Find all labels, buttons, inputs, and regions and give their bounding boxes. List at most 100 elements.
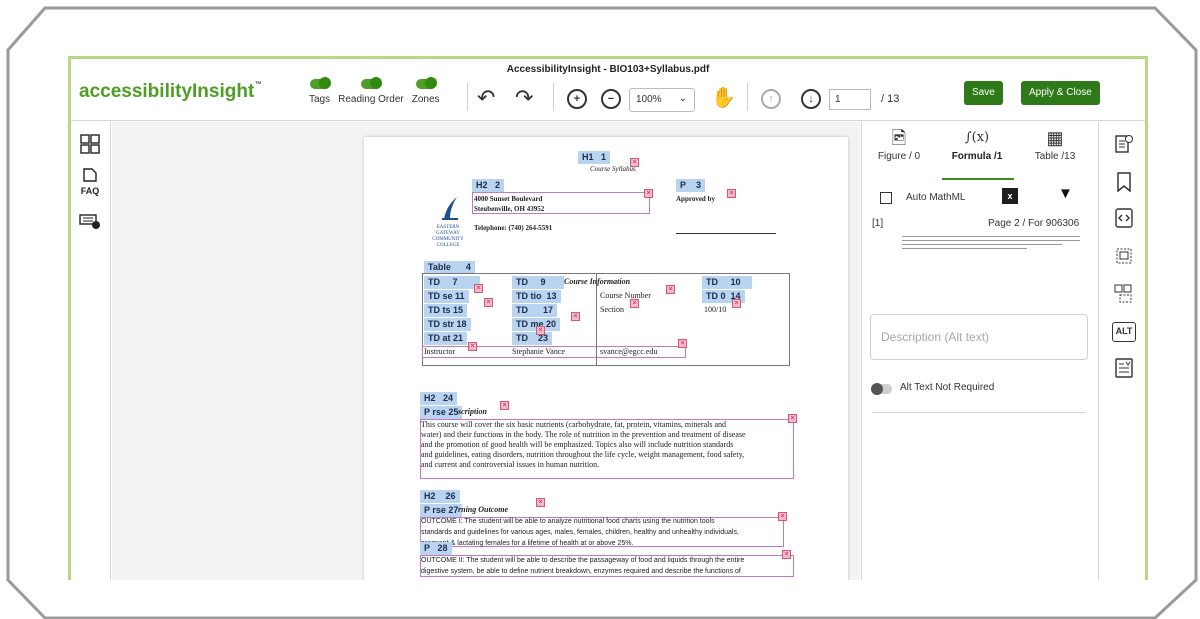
tag-label[interactable]: TD se 11 [424, 290, 469, 303]
tag-label[interactable]: H2 2 [472, 179, 505, 192]
college-logo [442, 197, 458, 220]
tag-label[interactable]: P rse 27 [420, 504, 463, 517]
toggle-label: Zones [411, 94, 440, 105]
tag-label[interactable]: TD 17 [512, 304, 558, 317]
auto-mathml-label: Auto MathML [906, 192, 966, 203]
excel-export-icon[interactable]: x [1002, 188, 1018, 204]
undo-icon[interactable]: ↶ [477, 87, 495, 109]
remove-tag-icon[interactable]: × [500, 401, 509, 410]
remove-tag-icon[interactable]: × [644, 189, 653, 198]
tag-label[interactable]: H2 26 [420, 490, 460, 503]
document-title: AccessibilityInsight - BIO103+Syllabus.p… [506, 64, 710, 75]
remove-tag-icon[interactable]: × [474, 284, 483, 293]
active-tab-indicator [942, 178, 1014, 180]
formula-icon: ∫(x) [964, 130, 990, 145]
bookmark-icon[interactable] [1114, 172, 1134, 196]
toggle-switch-icon [415, 77, 437, 89]
course-syllabus-text: Course Syllabus [590, 165, 636, 173]
tag-label[interactable]: TD tio 13 [512, 290, 561, 303]
zoom-in-icon[interactable]: + [567, 89, 587, 109]
remove-tag-icon[interactable]: × [630, 299, 639, 308]
auto-mathml-checkbox[interactable] [880, 192, 892, 204]
tag-label[interactable]: P 28 [420, 542, 452, 555]
telephone-text: Telephone: (740) 264-5591 [474, 224, 553, 232]
remove-tag-icon[interactable]: × [788, 414, 797, 423]
alt-not-required-label: Alt Text Not Required [900, 382, 995, 393]
toolbar-divider [553, 83, 554, 111]
keyboard-settings-icon[interactable] [79, 210, 101, 235]
toggle-switch-icon [309, 77, 331, 89]
document-properties-icon[interactable] [1114, 134, 1134, 158]
document-canvas[interactable]: H1 1 × Course Syllabus H2 2 × 4000 Sunse… [112, 122, 1097, 580]
tag-label[interactable]: P 3 [676, 179, 706, 192]
remove-tag-icon[interactable]: × [666, 285, 675, 294]
panel-divider [872, 412, 1086, 413]
tab-figure[interactable]: 🖻 Figure / 0 [864, 128, 934, 162]
toggle-switch-icon [360, 77, 382, 89]
app-logo: accessibilityInsight™ [79, 81, 262, 102]
remove-tag-icon[interactable]: × [782, 550, 791, 559]
alt-text-icon[interactable]: ALT [1112, 322, 1136, 342]
page-total: / 13 [881, 93, 900, 105]
tags-toggle[interactable]: Tags [309, 77, 331, 105]
app-window: accessibilityInsight™ AccessibilityInsig… [68, 56, 1148, 580]
reading-order-zones-icon[interactable] [1114, 284, 1134, 308]
tag-label[interactable]: TD 7 [424, 276, 480, 289]
instructor-label: Instructor [424, 347, 456, 356]
thumbnails-grid-icon[interactable] [79, 134, 101, 159]
chevron-down-icon: ⌄ [678, 93, 687, 104]
faq-label: FAQ [80, 186, 100, 196]
section-heading: scription [458, 407, 487, 416]
tag-label[interactable]: TD at 21 [424, 332, 468, 345]
table-icon: ▦ [1046, 128, 1064, 148]
tab-table[interactable]: ▦ Table /13 [1020, 128, 1090, 162]
tag-label[interactable]: P rse 25 [420, 406, 463, 419]
address-line: Steubenville, OH 43952 [474, 205, 545, 213]
instructor-email: svance@egcc.edu [600, 347, 658, 356]
zones-toggle[interactable]: Zones [411, 77, 440, 105]
approved-by-text: Approved by [676, 195, 715, 203]
zoom-select[interactable]: 100% ⌄ [629, 88, 695, 112]
tag-label[interactable]: TD ts 15 [424, 304, 468, 317]
alt-not-required-toggle[interactable] [871, 383, 892, 395]
redo-icon[interactable]: ↷ [515, 87, 533, 109]
remove-tag-icon[interactable]: × [484, 298, 493, 307]
image-zone-icon[interactable] [1114, 247, 1134, 271]
faq-icon[interactable]: FAQ [79, 168, 101, 196]
hand-pan-icon[interactable]: ✋ [711, 87, 736, 109]
alt-text-input[interactable]: Description (Alt text) [870, 314, 1088, 360]
remove-tag-icon[interactable]: × [536, 498, 545, 507]
toggle-label: Tags [309, 94, 331, 105]
left-sidebar: FAQ [71, 122, 111, 580]
toggle-label: Reading Order [338, 94, 404, 105]
tag-label[interactable]: TD 10 [702, 276, 752, 289]
tag-label[interactable]: H1 1 [578, 151, 611, 164]
remove-tag-icon[interactable]: × [536, 326, 545, 335]
apply-close-button[interactable]: Apply & Close [1021, 81, 1100, 105]
tag-label[interactable]: TD str 18 [424, 318, 471, 331]
image-icon: 🖻 [891, 128, 907, 148]
page-number-input[interactable]: 1 [829, 89, 871, 110]
tag-label[interactable]: TD 9 [512, 276, 564, 289]
remove-tag-icon[interactable]: × [727, 189, 736, 198]
list-settings-icon[interactable] [1114, 358, 1134, 382]
previous-page-icon[interactable]: ↑ [761, 89, 781, 109]
tag-label[interactable]: TD 23 [512, 332, 553, 345]
filter-icon[interactable]: ▼ [1058, 185, 1073, 202]
remove-tag-icon[interactable]: × [678, 339, 687, 348]
remove-tag-icon[interactable]: × [778, 512, 787, 521]
tag-label[interactable]: H2 24 [420, 392, 458, 405]
zoom-out-icon[interactable]: − [601, 89, 621, 109]
tab-formula[interactable]: ∫(x) Formula /1 [942, 128, 1012, 162]
save-button[interactable]: Save [964, 81, 1003, 105]
next-page-icon[interactable]: ↓ [801, 89, 821, 109]
address-line: 4000 Sunset Boulevard [474, 195, 543, 203]
remove-tag-icon[interactable]: × [732, 299, 741, 308]
code-tags-icon[interactable] [1114, 208, 1134, 232]
remove-tag-icon[interactable]: × [571, 312, 580, 321]
pdf-page[interactable]: H1 1 × Course Syllabus H2 2 × 4000 Sunse… [364, 137, 848, 580]
remove-tag-icon[interactable]: × [468, 342, 477, 351]
top-toolbar: accessibilityInsight™ AccessibilityInsig… [71, 59, 1145, 121]
formula-preview-image[interactable] [902, 234, 1080, 256]
reading-order-toggle[interactable]: Reading Order [338, 77, 404, 105]
